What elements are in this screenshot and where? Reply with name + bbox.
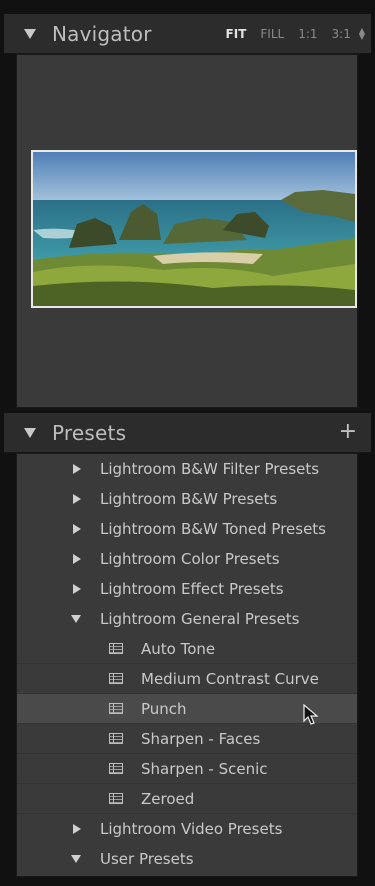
preset-icon bbox=[109, 733, 123, 744]
zoom-fill[interactable]: FILL bbox=[260, 27, 284, 41]
zoom-1-1[interactable]: 1:1 bbox=[298, 27, 317, 41]
collapse-arrow-icon[interactable] bbox=[71, 615, 81, 623]
zoom-fit[interactable]: FIT bbox=[226, 27, 247, 41]
navigator-title: Navigator bbox=[52, 21, 152, 46]
preset-item-label: Punch bbox=[141, 699, 187, 718]
preset-item-punch[interactable]: Punch bbox=[17, 694, 357, 724]
preset-folder-bw-filter[interactable]: Lightroom B&W Filter Presets bbox=[17, 454, 357, 484]
navigator-panel-header[interactable]: Navigator FIT FILL 1:1 3:1 ▲ ▼ bbox=[4, 14, 371, 54]
coastal-landscape-image bbox=[33, 152, 355, 306]
expand-arrow-icon[interactable] bbox=[73, 554, 81, 564]
preset-folder-label: Lightroom General Presets bbox=[100, 610, 300, 628]
preset-folder-label: User Presets bbox=[100, 850, 194, 868]
zoom-stepper-icon[interactable]: ▲ ▼ bbox=[359, 27, 365, 41]
preset-icon bbox=[109, 703, 123, 714]
preset-item-sharpen-scenic[interactable]: Sharpen - Scenic bbox=[17, 754, 357, 784]
expand-arrow-icon[interactable] bbox=[73, 464, 81, 474]
presets-list: Lightroom B&W Filter Presets Lightroom B… bbox=[16, 453, 358, 877]
preset-folder-label: Lightroom B&W Presets bbox=[100, 490, 278, 508]
preset-icon bbox=[109, 673, 123, 684]
collapse-triangle-icon[interactable] bbox=[24, 28, 36, 39]
preset-folder-video[interactable]: Lightroom Video Presets bbox=[17, 814, 357, 844]
zoom-3-1[interactable]: 3:1 bbox=[332, 27, 351, 41]
preset-folder-label: Lightroom B&W Toned Presets bbox=[100, 520, 326, 538]
preset-icon bbox=[109, 643, 123, 654]
preset-item-label: Auto Tone bbox=[141, 639, 216, 658]
preset-folder-label: Lightroom Video Presets bbox=[100, 820, 283, 838]
preset-folder-general[interactable]: Lightroom General Presets bbox=[17, 604, 357, 634]
preset-folder-bw-toned[interactable]: Lightroom B&W Toned Presets bbox=[17, 514, 357, 544]
preset-item-medium-contrast-curve[interactable]: Medium Contrast Curve bbox=[17, 664, 357, 694]
zoom-options: FIT FILL 1:1 3:1 ▲ ▼ bbox=[226, 14, 365, 54]
preset-folder-label: Lightroom Color Presets bbox=[100, 550, 280, 568]
preset-icon bbox=[109, 793, 123, 804]
presets-title: Presets bbox=[52, 420, 127, 445]
preset-folder-effect[interactable]: Lightroom Effect Presets bbox=[17, 574, 357, 604]
preset-folder-bw[interactable]: Lightroom B&W Presets bbox=[17, 484, 357, 514]
presets-panel-header[interactable]: Presets + bbox=[4, 413, 371, 453]
preset-item-label: Zeroed bbox=[141, 789, 195, 808]
preset-folder-user[interactable]: User Presets bbox=[17, 844, 357, 874]
preset-item-auto-tone[interactable]: Auto Tone bbox=[17, 634, 357, 664]
navigator-preview-area bbox=[16, 54, 358, 408]
preset-item-sharpen-faces[interactable]: Sharpen - Faces bbox=[17, 724, 357, 754]
preset-item-label: Sharpen - Scenic bbox=[141, 759, 268, 778]
expand-arrow-icon[interactable] bbox=[73, 824, 81, 834]
preset-item-zeroed[interactable]: Zeroed bbox=[17, 784, 357, 814]
preset-folder-color[interactable]: Lightroom Color Presets bbox=[17, 544, 357, 574]
collapse-arrow-icon[interactable] bbox=[71, 855, 81, 863]
expand-arrow-icon[interactable] bbox=[73, 584, 81, 594]
expand-arrow-icon[interactable] bbox=[73, 494, 81, 504]
collapse-triangle-icon[interactable] bbox=[24, 427, 36, 438]
preset-icon bbox=[109, 763, 123, 774]
preset-item-label: Medium Contrast Curve bbox=[141, 669, 319, 688]
expand-arrow-icon[interactable] bbox=[73, 524, 81, 534]
navigator-thumbnail[interactable] bbox=[31, 150, 357, 308]
preset-folder-label: Lightroom B&W Filter Presets bbox=[100, 460, 320, 478]
plus-icon[interactable]: + bbox=[339, 420, 357, 444]
preset-item-label: Sharpen - Faces bbox=[141, 729, 261, 748]
preset-folder-label: Lightroom Effect Presets bbox=[100, 580, 284, 598]
